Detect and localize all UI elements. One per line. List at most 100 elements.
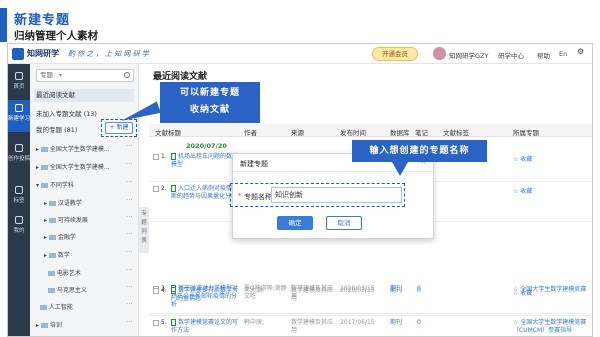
row-date: 2020/03/15 — [340, 287, 375, 294]
folder-icon — [48, 218, 56, 223]
study-icon — [15, 104, 23, 112]
tree-item[interactable]: ▸ 汉语教学 — [44, 198, 82, 207]
tree-item[interactable]: ▸ 数学 — [44, 250, 70, 259]
settings-icon[interactable]: ⚙ — [577, 47, 584, 56]
cancel-button[interactable]: 取消 — [326, 216, 362, 230]
table-row[interactable]: 5. 数学建模竞赛论文的写作方法 韩中庚; 数学建模及其应用 2017/06/1… — [149, 316, 592, 336]
tree-item[interactable]: ▸ 全国大学生数学建模... — [36, 144, 110, 153]
rail-item-home[interactable]: 首页 — [8, 68, 30, 94]
more-icon[interactable]: ··· — [126, 300, 133, 308]
table-row[interactable]: 4. 数学建模是开启数学大门的金钥匙 李大潮; 数学建模及其应用 2020/03… — [149, 284, 592, 316]
document-icon — [171, 319, 176, 326]
home-icon — [15, 72, 23, 80]
nav-language[interactable]: En — [559, 50, 567, 58]
left-rail: 首页 新建学习 创作投稿 标签 我的 — [8, 64, 30, 336]
row-checkbox[interactable] — [153, 186, 159, 192]
tree-item[interactable]: ▸ 培训 — [36, 320, 62, 329]
column-header[interactable]: 数据库 — [390, 127, 410, 137]
row-title: 数学建模竞赛论文的写作方法 — [171, 319, 239, 334]
rail-label: 创作投稿 — [8, 156, 31, 162]
user-name[interactable]: 知网研学GZY — [449, 50, 488, 60]
column-header[interactable]: 发布时间 — [340, 127, 366, 137]
column-header[interactable]: 所属专题 — [513, 127, 539, 137]
folder-icon — [48, 253, 56, 258]
accent-bar — [0, 8, 7, 42]
search-input[interactable]: 专题 ▾ — [36, 69, 134, 82]
row-database[interactable]: 期刊 — [390, 319, 402, 327]
date-group: 2020/07/20 — [186, 142, 227, 150]
slide-subtitle: 归纳管理个人素材 — [14, 30, 98, 42]
callout-new-topic: 可以新建专题 收纳文献 — [160, 82, 260, 123]
rail-item-study[interactable]: 新建学习 — [8, 100, 30, 132]
row-notes[interactable]: 0 — [417, 287, 421, 295]
row-author: 李大潮; — [244, 287, 265, 294]
topic-link[interactable]: ☆ 收藏 — [513, 288, 532, 297]
column-header[interactable]: 来源 — [291, 127, 304, 137]
vip-button[interactable]: 开通会员 — [372, 47, 418, 61]
topic-link[interactable]: ☆ 收藏 — [513, 154, 532, 163]
more-icon[interactable]: ··· — [126, 283, 133, 291]
more-icon[interactable]: ··· — [126, 230, 133, 238]
avatar[interactable] — [433, 47, 446, 60]
confirm-button[interactable]: 确定 — [277, 216, 313, 230]
row-checkbox[interactable] — [153, 154, 159, 160]
collapse-panel-handle[interactable]: 专题列表 — [139, 207, 149, 253]
row-database[interactable]: 期刊 — [390, 287, 402, 295]
column-header[interactable]: 文献标签 — [443, 127, 469, 137]
more-icon[interactable]: ··· — [126, 213, 133, 221]
column-header[interactable]: 笔记 — [415, 127, 428, 137]
column-header[interactable]: 文献标题 — [155, 127, 181, 137]
logo-text[interactable]: 知网研学 — [27, 48, 59, 59]
rail-item-create[interactable]: 创作投稿 — [8, 140, 30, 172]
more-icon[interactable]: ··· — [126, 178, 133, 186]
tree-item[interactable]: ▸ 可持续发展 — [44, 215, 88, 224]
tree-item[interactable]: ▾ 不同学科 — [36, 180, 74, 189]
tree-item[interactable]: ▸ 全国大学生数学建模... — [36, 162, 110, 171]
callout-arrow — [392, 162, 408, 176]
chevron-down-icon[interactable]: ▾ — [59, 70, 62, 81]
rail-label: 标签 — [13, 198, 25, 204]
folder-icon — [48, 235, 56, 240]
row-notes[interactable]: 0 — [417, 319, 421, 327]
column-header[interactable]: 作者 — [244, 127, 257, 137]
row-checkbox[interactable] — [153, 288, 159, 294]
tree-item[interactable]: 人工智能 — [36, 302, 73, 311]
nav-study-center[interactable]: 研学中心 — [498, 50, 524, 60]
nav-help[interactable]: 帮助 — [537, 50, 550, 60]
rail-label: 新建学习 — [8, 116, 31, 122]
search-scope[interactable]: 专题 — [40, 71, 53, 79]
table-header: 文献标题 作者 来源 发布时间 数据库 笔记 文献标签 所属专题 — [149, 124, 592, 137]
topic-link[interactable]: ☆ 全国大学生数学建模竞赛（CUMCM）参赛指导 — [513, 319, 592, 335]
more-icon[interactable]: ··· — [126, 196, 133, 204]
document-icon — [171, 287, 176, 294]
tree-item[interactable]: 马克思主义 — [44, 285, 87, 294]
topic-panel: 专题 ▾ 最近阅读文献 未加入专题文献 (13) 我的专题 (81) + 新建 … — [30, 64, 139, 336]
document-icon — [171, 185, 176, 192]
topic-link[interactable]: ☆ 收藏 — [513, 186, 532, 195]
row-title: 数学建模是开启数学大门的金钥匙 — [171, 287, 239, 302]
more-icon[interactable]: ··· — [126, 160, 133, 168]
row-title: 入口迁入病例对疫情诊断的趋势与因果量化分析 — [171, 185, 239, 200]
search-icon[interactable] — [124, 72, 130, 78]
folder-icon — [48, 201, 56, 206]
slide-title: 新建专题 — [14, 13, 71, 28]
more-icon[interactable]: ··· — [126, 248, 133, 256]
more-icon[interactable]: ··· — [126, 142, 133, 150]
top-bar: 知网研学 酌 你 之 ， 上 知 网 研 学 开通会员 知网研学GZY 研学中心… — [8, 44, 592, 64]
unsorted-item[interactable]: 未加入专题文献 (13) — [36, 108, 97, 118]
callout-line: 收纳文献 — [189, 105, 230, 115]
recent-reading-item[interactable]: 最近阅读文献 — [34, 89, 134, 102]
folder-icon — [47, 288, 55, 293]
more-icon[interactable]: ··· — [126, 266, 133, 274]
more-icon[interactable]: ··· — [126, 318, 133, 326]
rail-label: 我的 — [13, 228, 25, 234]
my-topics-item[interactable]: 我的专题 (81) — [36, 124, 77, 134]
row-checkbox[interactable] — [153, 320, 159, 326]
tree-item[interactable]: 电影艺术 — [44, 268, 81, 277]
rail-item-tags[interactable]: 标签 — [8, 182, 30, 208]
highlight-box — [230, 183, 405, 207]
tree-item[interactable]: ▸ 金融学 — [44, 232, 76, 241]
row-source: 数学建模及其应用 — [291, 287, 334, 302]
row-source: 数学建模及其应用 — [291, 319, 334, 334]
rail-item-mine[interactable]: 我的 — [8, 212, 30, 238]
